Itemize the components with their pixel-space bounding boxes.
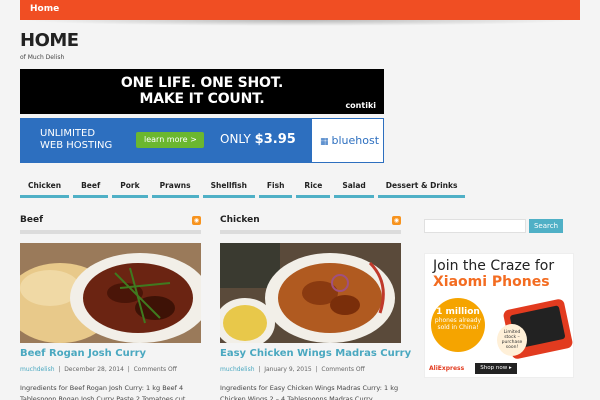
bluehost-ad-line2: WEB HOSTING (40, 140, 113, 151)
post-comments: Comments Off (321, 366, 365, 373)
post-excerpt: Ingredients for Beef Rogan Josh Curry: 1… (20, 384, 186, 400)
limited-stock-tag: Limited stock – purchase soon! (497, 324, 527, 356)
post-title-link[interactable]: Easy Chicken Wings Madras Curry (220, 348, 411, 359)
beef-curry-image (20, 243, 201, 343)
bluehost-price: ONLY $3.95 (220, 132, 296, 147)
bluehost-brand: bluehost (331, 134, 380, 147)
nav-item-fish[interactable]: Fish (258, 178, 293, 198)
nav-item-prawns[interactable]: Prawns (151, 178, 199, 198)
rss-icon[interactable]: ◉ (192, 216, 201, 225)
aliexpress-logo: AliExpress (429, 365, 465, 372)
post-title-link[interactable]: Beef Rogan Josh Curry (20, 348, 146, 359)
nav-item-salad[interactable]: Salad (334, 178, 374, 198)
post-thumbnail-beef-curry[interactable] (20, 243, 201, 343)
nav-item-pork[interactable]: Pork (112, 178, 148, 198)
column-heading-chicken[interactable]: Chicken (220, 215, 260, 225)
post-thumbnail-chicken-curry[interactable] (220, 243, 401, 343)
post-date[interactable]: December 28, 2014 (64, 366, 124, 373)
burst-big-text: 1 million (436, 307, 480, 317)
post-author-link[interactable]: muchdelish (220, 366, 255, 373)
contiki-ad-banner[interactable]: ONE LIFE. ONE SHOT. MAKE IT COUNT. conti… (20, 69, 384, 114)
shop-now-button[interactable]: Shop now ▸ (475, 363, 517, 374)
column-divider (220, 230, 401, 234)
contiki-ad-line1: ONE LIFE. ONE SHOT. (120, 75, 284, 91)
home-link[interactable]: Home (30, 4, 59, 14)
post-meta: muchdelish | December 28, 2014 | Comment… (20, 366, 177, 373)
bluehost-ad-banner[interactable]: UNLIMITED WEB HOSTING learn more > ONLY … (20, 118, 384, 163)
post-excerpt: Ingredients for Easy Chicken Wings Madra… (220, 384, 399, 400)
nav-item-shellfish[interactable]: Shellfish (202, 178, 255, 198)
nav-item-beef[interactable]: Beef (73, 178, 109, 198)
meta-separator: | (125, 366, 134, 373)
top-navigation-bar: Home (20, 0, 580, 20)
post-author-link[interactable]: muchdelish (20, 366, 55, 373)
nav-item-dessert-drinks[interactable]: Dessert & Drinks (377, 178, 466, 198)
learn-more-button[interactable]: learn more > (136, 132, 204, 148)
post-date[interactable]: January 9, 2015 (264, 366, 312, 373)
xiaomi-ad-headline1: Join the Craze for (433, 258, 555, 274)
site-title[interactable]: HOME (20, 30, 79, 51)
column-divider (20, 230, 201, 234)
column-heading-beef[interactable]: Beef (20, 215, 43, 225)
post-meta: muchdelish | January 9, 2015 | Comments … (220, 366, 365, 373)
top-bar-shadow (20, 20, 580, 26)
burst-text: phones already sold in China! (434, 317, 482, 331)
bluehost-logo: ▦ bluehost (311, 118, 384, 163)
xiaomi-ad-headline2: Xiaomi Phones (433, 274, 550, 290)
chicken-curry-image (220, 243, 401, 343)
site-tagline: of Much Delish (20, 54, 65, 61)
xiaomi-ad-banner[interactable]: Join the Craze for Xiaomi Phones 1 milli… (424, 253, 574, 378)
nav-item-rice[interactable]: Rice (296, 178, 331, 198)
search-button[interactable]: Search (529, 219, 563, 233)
search-input[interactable] (424, 219, 526, 233)
grid-icon: ▦ (320, 137, 329, 147)
bluehost-price-value: $3.95 (254, 132, 296, 147)
bluehost-only-label: ONLY (220, 132, 251, 146)
nav-item-chicken[interactable]: Chicken (20, 178, 70, 198)
rss-icon[interactable]: ◉ (392, 216, 401, 225)
bluehost-ad-line1: UNLIMITED (40, 128, 96, 139)
post-comments: Comments Off (133, 366, 177, 373)
sales-burst-badge: 1 million phones already sold in China! (431, 298, 485, 352)
contiki-logo: contiki (345, 101, 376, 110)
contiki-ad-line2: MAKE IT COUNT. (139, 91, 265, 107)
category-navigation: Chicken Beef Pork Prawns Shellfish Fish Rice Sa… (20, 178, 466, 198)
